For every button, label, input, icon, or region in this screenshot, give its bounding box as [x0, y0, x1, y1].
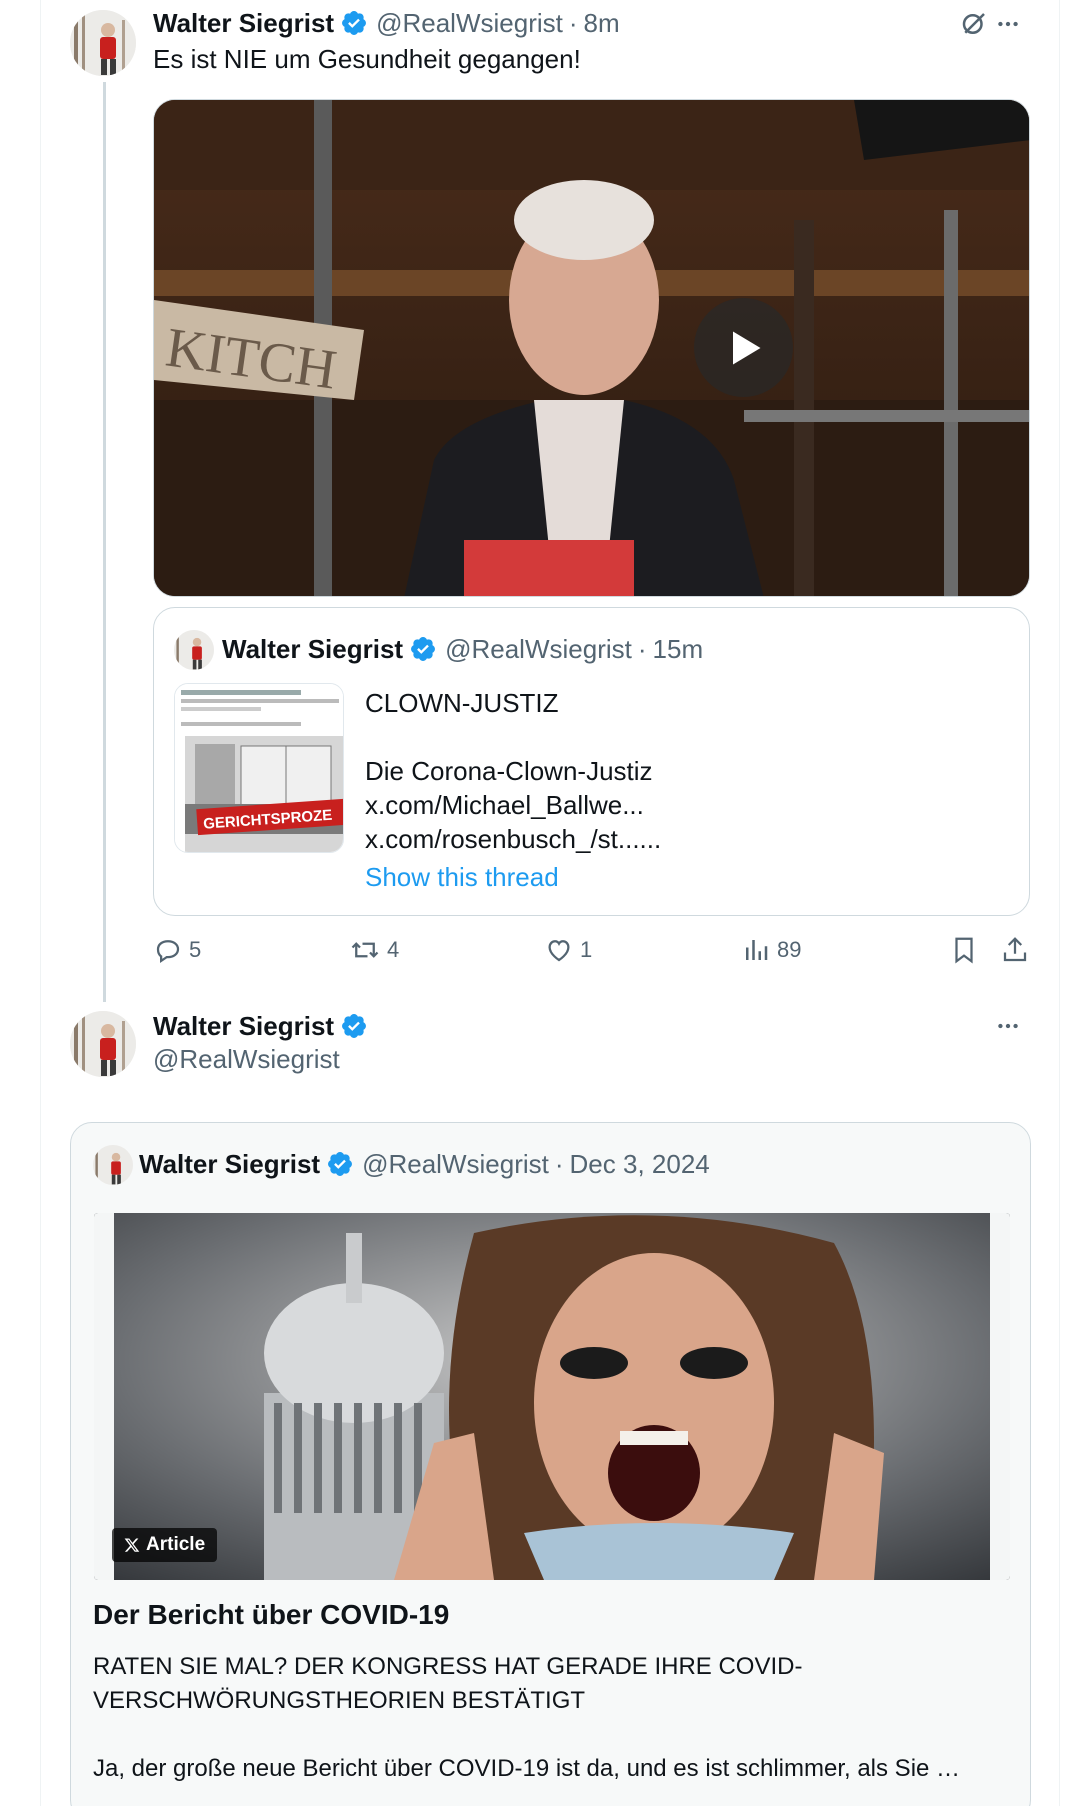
tweet-header: Walter Siegrist [153, 1009, 368, 1043]
quoted-text-line: CLOWN-JUSTIZ [365, 688, 559, 718]
quoted-thumbnail[interactable]: GERICHTSPROZE [174, 683, 344, 853]
show-thread-link[interactable]: Show this thread [365, 860, 661, 894]
avatar[interactable] [70, 10, 136, 76]
article-subtitle: RATEN SIE MAL? DER KONGRESS HAT GERADE I… [93, 1653, 803, 1714]
reply-icon [153, 935, 183, 965]
quoted-time[interactable]: 15m [653, 634, 704, 665]
quoted-header: Walter Siegrist @RealWsiegrist · 15m [222, 632, 703, 666]
views-count: 89 [777, 937, 802, 962]
quoted-avatar[interactable] [174, 630, 214, 670]
article-cover-image[interactable]: Article [94, 1213, 1010, 1580]
like-icon [544, 935, 574, 965]
reply-button[interactable]: 5 [153, 935, 201, 965]
tweet-header: Walter Siegrist @RealWsiegrist · 8m [153, 6, 620, 40]
article-title[interactable]: Der Bericht über COVID-19 [93, 1599, 449, 1631]
article-badge: Article [112, 1528, 218, 1562]
grok-icon[interactable] [956, 6, 992, 42]
thread-connector-line [103, 82, 106, 1002]
separator-dot: · [568, 7, 578, 38]
author-handle[interactable]: @RealWsiegrist [153, 1044, 340, 1075]
quoted-header: Walter Siegrist @RealWsiegrist · Dec 3, … [139, 1147, 710, 1181]
separator-dot: · [554, 1148, 564, 1179]
quoted-author-name[interactable]: Walter Siegrist [222, 634, 403, 665]
retweet-count: 4 [387, 937, 400, 962]
reply-count: 5 [189, 937, 202, 962]
separator-dot: · [637, 633, 647, 664]
article-excerpt: Ja, der große neue Bericht über COVID-19… [93, 1755, 961, 1782]
views-icon [741, 935, 771, 965]
timeline-border-left [40, 0, 41, 1806]
views-button[interactable]: 89 [741, 935, 801, 965]
quoted-article[interactable]: Walter Siegrist @RealWsiegrist · Dec 3, … [70, 1122, 1031, 1806]
verified-badge-icon [340, 9, 368, 37]
x-logo-icon [124, 1537, 140, 1553]
play-icon[interactable] [694, 298, 793, 397]
retweet-button[interactable]: 4 [349, 935, 399, 965]
like-count: 1 [580, 937, 593, 962]
quoted-date[interactable]: Dec 3, 2024 [570, 1149, 710, 1180]
quoted-tweet[interactable]: Walter Siegrist @RealWsiegrist · 15m GER… [153, 607, 1030, 916]
article-badge-label: Article [146, 1534, 206, 1555]
more-icon[interactable] [990, 1008, 1026, 1044]
tweet-actions: 5 4 1 89 [153, 935, 1030, 971]
quoted-handle[interactable]: @RealWsiegrist [362, 1149, 549, 1180]
quoted-text: CLOWN-JUSTIZ Die Corona-Clown-Justiz x.c… [365, 686, 661, 894]
bookmark-icon [949, 935, 979, 965]
author-name[interactable]: Walter Siegrist [153, 8, 334, 39]
bookmark-button[interactable] [949, 935, 979, 965]
verified-badge-icon [326, 1150, 354, 1178]
retweet-icon [349, 935, 381, 965]
tweet-text: Es ist NIE um Gesundheit gegangen! [153, 44, 581, 74]
like-button[interactable]: 1 [544, 935, 592, 965]
quoted-author-name[interactable]: Walter Siegrist [139, 1149, 320, 1180]
quoted-link[interactable]: x.com/rosenbusch_/st...... [365, 822, 661, 856]
quoted-link[interactable]: x.com/Michael_Ballwe... [365, 788, 661, 822]
quoted-text-line: Die Corona-Clown-Justiz [365, 756, 653, 786]
timeline-border-right [1059, 0, 1060, 1806]
verified-badge-icon [340, 1012, 368, 1040]
author-handle[interactable]: @RealWsiegrist [376, 8, 563, 39]
avatar[interactable] [70, 1011, 136, 1077]
verified-badge-icon [409, 635, 437, 663]
share-button[interactable] [1000, 935, 1030, 965]
quoted-avatar[interactable] [93, 1145, 133, 1185]
video-frame: KITCH [154, 100, 1029, 596]
quoted-text-line [365, 720, 661, 754]
more-icon[interactable] [990, 6, 1026, 42]
tweet-time[interactable]: 8m [584, 8, 620, 39]
video-player[interactable]: KITCH [153, 99, 1030, 597]
share-icon [1000, 935, 1030, 965]
quoted-handle[interactable]: @RealWsiegrist [445, 634, 632, 665]
author-name[interactable]: Walter Siegrist [153, 1011, 334, 1042]
